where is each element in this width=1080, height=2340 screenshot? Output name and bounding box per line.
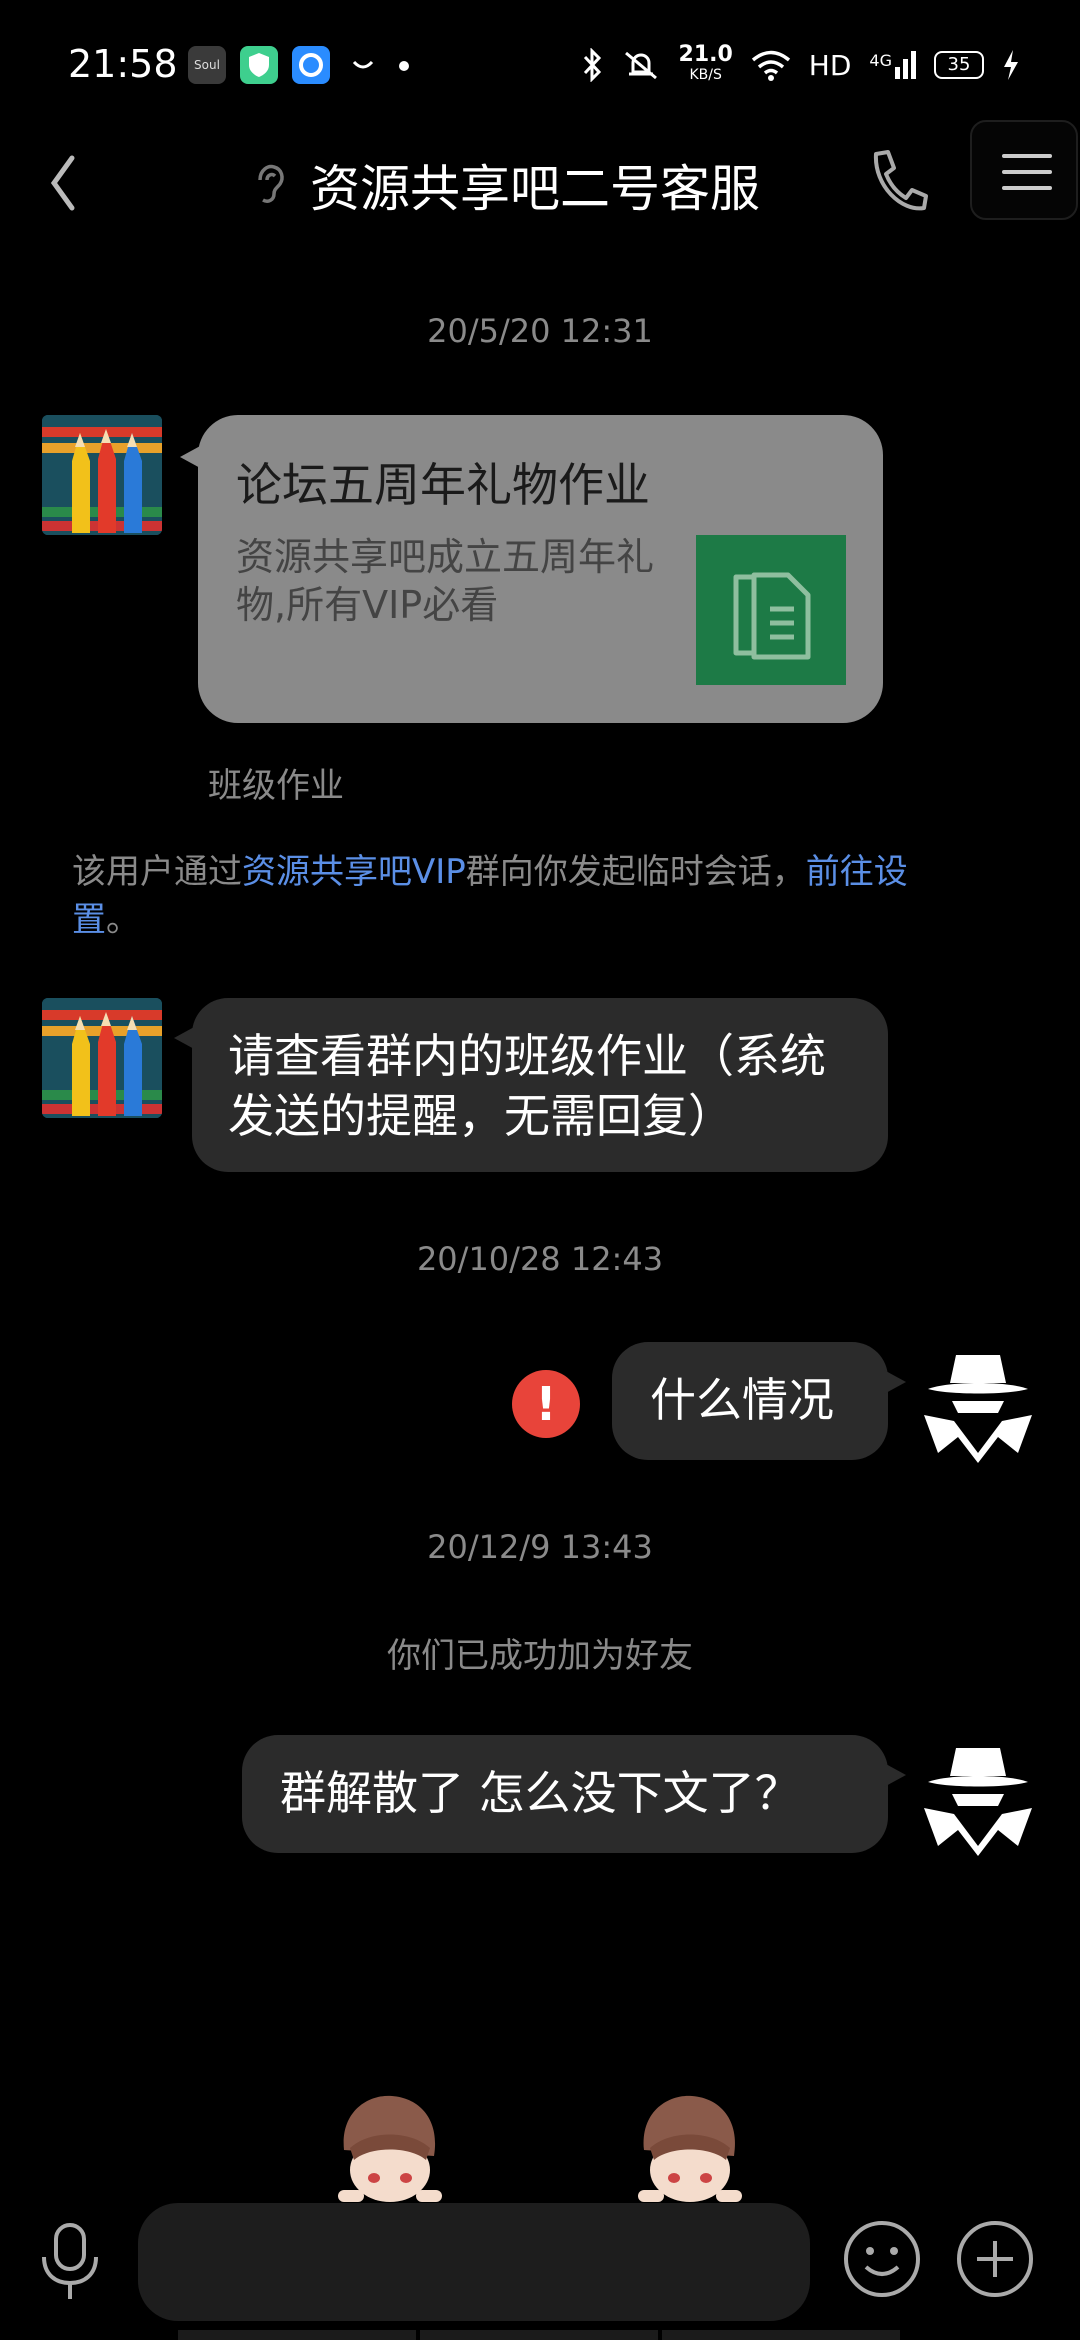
more-button[interactable] bbox=[955, 2219, 1035, 2299]
send-failed-icon[interactable]: ! bbox=[512, 1370, 580, 1438]
pencils-avatar-icon bbox=[42, 998, 162, 1118]
chevron-left-icon bbox=[50, 155, 75, 211]
input-bar bbox=[0, 2195, 1080, 2340]
spy-avatar-icon bbox=[924, 1748, 1032, 1856]
friend-added-note: 你们已成功加为好友 bbox=[387, 1636, 693, 1676]
shield-app-icon bbox=[240, 46, 278, 84]
peeking-sticker bbox=[330, 2090, 450, 2202]
network-speed: 21.0 KB/S bbox=[678, 42, 733, 84]
chat-header: 资源共享吧二号客服 bbox=[0, 120, 1080, 250]
dot-notification-icon bbox=[399, 61, 409, 71]
ear-icon bbox=[258, 164, 284, 203]
chat-title: 资源共享吧二号客服 bbox=[310, 160, 760, 218]
charging-icon bbox=[1004, 50, 1018, 80]
group-link[interactable]: 资源共享吧VIP bbox=[242, 852, 466, 892]
homework-card[interactable]: 论坛五周年礼物作业 资源共享吧成立五周年礼物,所有VIP必看 bbox=[180, 415, 883, 723]
incoming-message[interactable]: 请查看群内的班级作业（系统发送的提醒，无需回复） bbox=[174, 998, 888, 1172]
status-bar: 21:58 Soul 21.0 KB/S HD 4G 35 bbox=[0, 0, 1080, 130]
card-source: 班级作业 bbox=[208, 766, 344, 806]
contact-avatar[interactable] bbox=[42, 415, 162, 535]
smile-notification-icon bbox=[352, 60, 374, 69]
emoji-button[interactable] bbox=[842, 2219, 922, 2299]
card-description: 资源共享吧成立五周年礼物,所有VIP必看 bbox=[236, 535, 655, 627]
anime-character-icon bbox=[638, 2095, 742, 2202]
browser-app-icon bbox=[292, 46, 330, 84]
spy-avatar-icon bbox=[924, 1355, 1032, 1463]
bottom-panel-tabs bbox=[178, 2330, 900, 2340]
battery-icon: 35 bbox=[934, 51, 984, 79]
menu-button[interactable] bbox=[970, 120, 1078, 220]
call-button[interactable] bbox=[862, 142, 932, 222]
voice-button[interactable] bbox=[30, 2217, 110, 2307]
outgoing-message[interactable]: 群解散了 怎么没下文了？ bbox=[242, 1735, 906, 1853]
bluetooth-icon bbox=[583, 48, 601, 82]
hd-indicator: HD bbox=[808, 48, 852, 82]
status-icons: 21.0 KB/S HD 4G 35 bbox=[581, 40, 1020, 90]
plus-icon bbox=[957, 2221, 1033, 2297]
peeking-sticker bbox=[630, 2090, 750, 2202]
anime-character-icon bbox=[338, 2095, 442, 2202]
pencils-avatar-icon bbox=[42, 415, 162, 535]
status-time: 21:58 bbox=[68, 42, 178, 86]
timestamp: 20/10/28 12:43 bbox=[416, 1240, 664, 1278]
user-avatar[interactable] bbox=[918, 1345, 1038, 1465]
user-avatar[interactable] bbox=[918, 1738, 1038, 1858]
back-button[interactable] bbox=[40, 140, 120, 230]
document-icon bbox=[696, 535, 846, 685]
card-title: 论坛五周年礼物作业 bbox=[236, 458, 650, 512]
contact-avatar[interactable] bbox=[42, 998, 162, 1118]
mute-bell-icon bbox=[624, 51, 657, 80]
soul-app-icon: Soul bbox=[188, 46, 226, 84]
message-text: 群解散了 怎么没下文了？ bbox=[280, 1766, 801, 1820]
timestamp: 20/5/20 12:31 bbox=[427, 312, 653, 350]
outgoing-message[interactable]: 什么情况 bbox=[612, 1342, 906, 1460]
temp-session-note: 该用户通过资源共享吧VIP群向你发起临时会话，前往设置。 bbox=[72, 852, 908, 940]
smiley-icon bbox=[844, 2221, 920, 2297]
phone-icon bbox=[873, 150, 928, 211]
timestamp: 20/12/9 13:43 bbox=[427, 1528, 653, 1566]
message-text: 请查看群内的班级作业（系统发送的提醒，无需回复） bbox=[228, 1029, 826, 1143]
message-input[interactable] bbox=[138, 2203, 810, 2321]
message-text: 什么情况 bbox=[650, 1373, 834, 1427]
microphone-icon bbox=[42, 2223, 98, 2299]
signal-icon: 4G bbox=[869, 51, 916, 79]
wifi-icon bbox=[751, 50, 790, 81]
title-area[interactable]: 资源共享吧二号客服 bbox=[250, 140, 760, 230]
